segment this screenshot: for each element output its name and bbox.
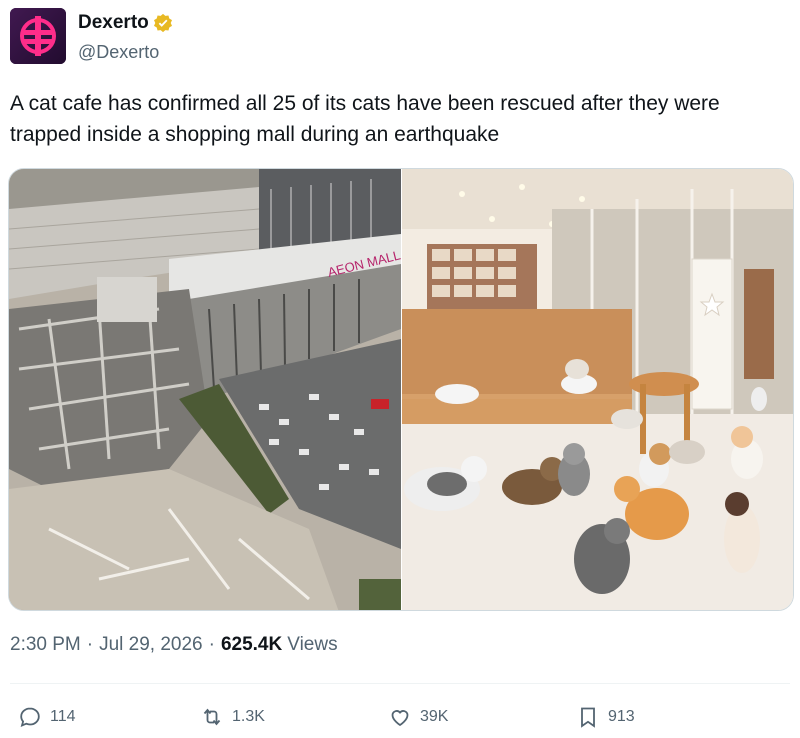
author-block: Dexerto @Dexerto (78, 8, 173, 63)
repost-icon (203, 708, 221, 726)
tweet-header: Dexerto @Dexerto (10, 8, 173, 64)
tweet-date[interactable]: Jul 29, 2026 (99, 634, 203, 656)
heart-icon (391, 710, 409, 727)
action-bar: 114 1.3K 39K 913 (0, 700, 800, 734)
author-name[interactable]: Dexerto (78, 12, 149, 34)
avatar[interactable] (10, 8, 66, 64)
reply-count: 114 (50, 708, 76, 725)
like-count: 39K (420, 708, 449, 725)
dexerto-logo-icon (10, 8, 66, 64)
verified-badge-icon[interactable] (153, 13, 173, 33)
reply-icon (20, 707, 40, 728)
repost-button[interactable]: 1.3K (200, 700, 265, 734)
mall-damage-photo[interactable]: AEON MALL (9, 169, 402, 610)
author-handle[interactable]: @Dexerto (78, 42, 173, 63)
meta-separator: · (86, 634, 94, 655)
tweet-media[interactable]: AEON MALL (8, 168, 794, 611)
bookmark-icon (581, 707, 595, 728)
reply-button[interactable]: 114 (18, 700, 76, 734)
views-count: 625.4K (220, 634, 283, 655)
divider (10, 683, 790, 684)
meta-separator: · (208, 634, 215, 655)
views-label: Views (287, 634, 338, 655)
tweet-time[interactable]: 2:30 PM (10, 634, 81, 656)
tweet-meta: 2:30 PM · Jul 29, 2026 · 625.4K Views (10, 634, 338, 656)
repost-count: 1.3K (232, 708, 265, 725)
bookmark-count: 913 (608, 708, 635, 725)
like-button[interactable]: 39K (388, 700, 448, 734)
bookmark-button[interactable]: 913 (576, 700, 635, 734)
tweet-text: A cat cafe has confirmed all 25 of its c… (10, 92, 720, 146)
cat-cafe-photo[interactable] (402, 169, 793, 610)
